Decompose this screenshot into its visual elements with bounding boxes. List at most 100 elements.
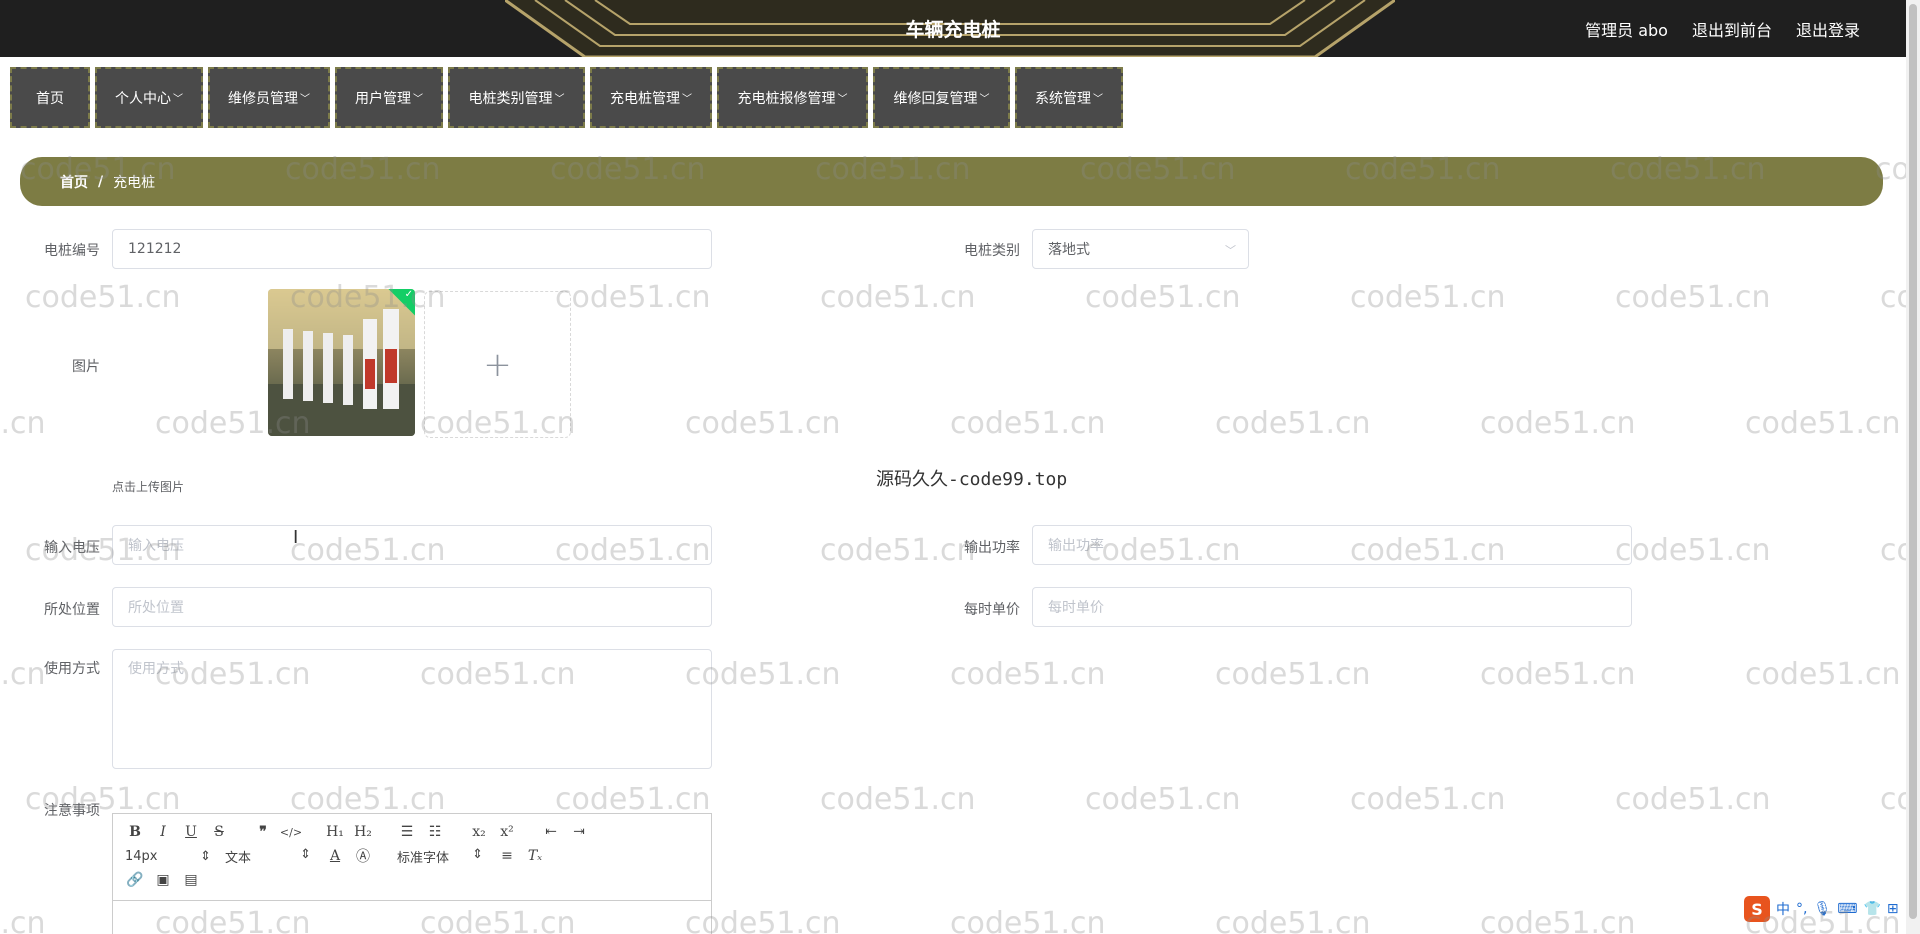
input-voltage-input[interactable]: 输入电压 <box>112 525 712 565</box>
watermark-text: code51.cn <box>685 406 841 441</box>
nav-label: 维修员管理 <box>228 90 298 107</box>
nav-item-pile-repair[interactable]: 充电桩报修管理 ﹀ <box>717 67 868 128</box>
heading1-icon[interactable]: H₁ <box>321 824 349 840</box>
nav-item-system[interactable]: 系统管理 ﹀ <box>1015 67 1123 128</box>
output-power-label: 输出功率 <box>964 540 1020 556</box>
front-page-link[interactable]: 退出到前台 <box>1692 17 1772 41</box>
watermark-text: code51.cn <box>950 657 1106 692</box>
watermark-text: code51.cn <box>950 406 1106 441</box>
watermark-text: code51.cn <box>1615 782 1771 817</box>
watermark-text: code51.cn <box>1215 406 1371 441</box>
header-select[interactable]: 文本 ⇕ <box>221 847 311 866</box>
nav-item-pile[interactable]: 充电桩管理 ﹀ <box>590 67 712 128</box>
watermark-text: code51.cn <box>950 906 1106 934</box>
nav-item-pile-category[interactable]: 电桩类别管理 ﹀ <box>448 67 585 128</box>
bold-icon[interactable]: B <box>121 824 149 840</box>
page-scrollbar[interactable] <box>1906 0 1920 934</box>
scrollbar-thumb[interactable] <box>1909 4 1917 919</box>
nav-label: 充电桩管理 <box>610 90 680 107</box>
chevron-down-icon: ﹀ <box>979 94 990 105</box>
nav-item-repair-reply[interactable]: 维修回复管理 ﹀ <box>873 67 1010 128</box>
link-icon[interactable]: 🔗 <box>121 872 149 888</box>
heading2-icon[interactable]: H₂ <box>349 824 377 840</box>
charging-pile-image <box>268 289 415 436</box>
main-nav: 首页 个人中心 ﹀ 维修员管理 ﹀ 用户管理 ﹀ 电桩类别管理 ﹀ 充电桩管理 ﹀ 充电桩… <box>10 67 1123 128</box>
superscript-icon[interactable]: x² <box>493 824 521 840</box>
chevron-down-icon: ﹀ <box>300 94 310 105</box>
nav-item-user[interactable]: 用户管理 ﹀ <box>335 67 443 128</box>
align-icon[interactable]: ≡ <box>493 848 521 864</box>
watermark-text: code51.cn <box>1880 280 1906 315</box>
nav-label: 电桩类别管理 <box>468 90 553 107</box>
watermark-text: code51.cn <box>1350 280 1506 315</box>
nav-item-home[interactable]: 首页 <box>10 67 90 128</box>
nav-item-personal-center[interactable]: 个人中心 ﹀ <box>95 67 203 128</box>
grid-icon[interactable]: ⊞ <box>1887 901 1899 917</box>
chevron-down-icon: ﹀ <box>837 94 848 105</box>
video-icon[interactable]: ▤ <box>177 872 205 888</box>
image-label: 图片 <box>72 359 100 375</box>
subscript-icon[interactable]: x₂ <box>465 824 493 840</box>
background-color-icon[interactable]: Ⓐ <box>349 846 377 866</box>
watermark-text: code51.cn <box>1615 280 1771 315</box>
usage-textarea[interactable]: 使用方式 <box>112 649 712 769</box>
header-select-value: 文本 <box>225 850 252 866</box>
indent-icon[interactable]: ⇥ <box>565 824 593 840</box>
pile-category-value: 落地式 <box>1048 242 1090 258</box>
admin-user-label[interactable]: 管理员 abo <box>1585 17 1668 41</box>
uploaded-image-thumbnail[interactable]: ✓ <box>268 289 415 436</box>
watermark-text: code51.cn <box>1745 406 1901 441</box>
location-input[interactable]: 所处位置 <box>112 587 712 627</box>
font-family-select[interactable]: 标准字体 ⇕ <box>393 847 483 866</box>
outdent-icon[interactable]: ⇤ <box>537 824 565 840</box>
check-icon: ✓ <box>404 289 413 300</box>
watermark-text: code51.cn <box>1480 906 1636 934</box>
input-voltage-label: 输入电压 <box>44 540 100 556</box>
pile-number-input[interactable]: 121212 <box>112 229 712 269</box>
quote-icon[interactable]: ❞ <box>249 824 277 840</box>
keyboard-icon[interactable]: ⌨ <box>1837 901 1857 917</box>
code-icon[interactable]: </> <box>277 826 305 839</box>
watermark-text: code51.cn <box>820 782 976 817</box>
ime-lang[interactable]: 中 <box>1776 899 1790 919</box>
unit-price-input[interactable]: 每时单价 <box>1032 587 1632 627</box>
font-color-icon[interactable]: A <box>321 848 349 864</box>
upload-tip: 点击上传图片 <box>112 480 185 494</box>
mic-icon[interactable]: 🎙 <box>1813 901 1831 917</box>
updown-icon: ⇕ <box>200 848 211 864</box>
font-size-select[interactable]: 14px ⇕ <box>121 849 211 864</box>
image-icon[interactable]: ▣ <box>149 872 177 888</box>
underline-icon[interactable]: U <box>177 824 205 840</box>
plus-icon: + <box>483 344 512 385</box>
nav-label: 充电桩报修管理 <box>737 90 836 107</box>
nav-item-repairer[interactable]: 维修员管理 ﹀ <box>208 67 330 128</box>
output-power-input[interactable]: 输出功率 <box>1032 525 1632 565</box>
italic-icon[interactable]: I <box>149 824 177 840</box>
updown-icon: ⇕ <box>300 846 311 862</box>
chevron-down-icon: ﹀ <box>413 94 423 105</box>
breadcrumb-current: 充电桩 <box>113 174 156 191</box>
updown-icon: ⇕ <box>472 846 483 862</box>
strike-icon[interactable]: S <box>205 824 233 840</box>
ordered-list-icon[interactable]: ☰ <box>393 824 421 840</box>
breadcrumb-separator: / <box>98 173 104 190</box>
nav-label: 系统管理 <box>1035 90 1091 107</box>
bullet-list-icon[interactable]: ☷ <box>421 824 449 840</box>
upload-image-button[interactable]: + <box>424 291 571 438</box>
logout-link[interactable]: 退出登录 <box>1796 17 1860 41</box>
watermark-text: code51.cn <box>1215 906 1371 934</box>
ime-toolbar[interactable]: S 中 °, 🎙 ⌨ 👕 ⊞ <box>1744 896 1899 922</box>
breadcrumb-home[interactable]: 首页 <box>60 172 88 192</box>
unit-price-label: 每时单价 <box>964 602 1020 618</box>
clear-format-icon[interactable]: Tₓ <box>521 848 549 864</box>
pile-category-label: 电桩类别 <box>964 243 1020 259</box>
overlay-watermark: 源码久久-code99.top <box>876 469 1068 490</box>
top-bar: 车辆充电桩 管理员 abo 退出到前台 退出登录 <box>0 0 1906 57</box>
pile-category-select[interactable]: 落地式 ﹀ <box>1032 229 1249 269</box>
watermark-text: code51.cn <box>0 406 46 441</box>
watermark-text: code51.cn <box>25 280 181 315</box>
punct-icon[interactable]: °, <box>1796 901 1807 917</box>
watermark-text: code51.cn <box>1350 782 1506 817</box>
editor-toolbar: B I U S ❞ </> H₁ H₂ ☰ ☷ x₂ x² ⇤ ⇥ 14px ⇕ … <box>113 814 711 901</box>
skin-icon[interactable]: 👕 <box>1863 901 1880 917</box>
